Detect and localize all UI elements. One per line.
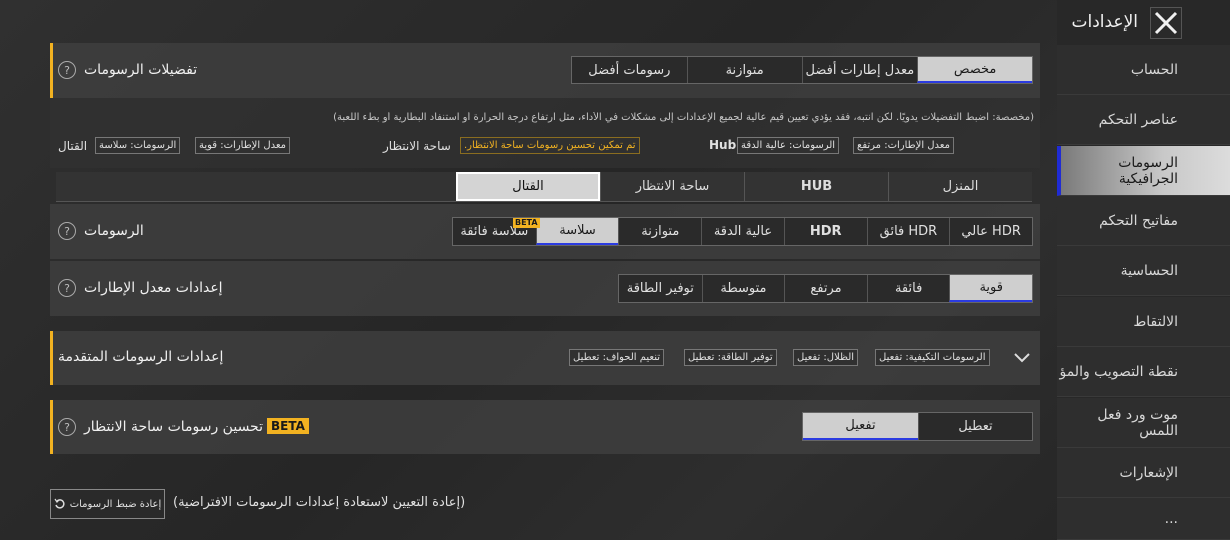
graphics-selector: عالي HDR فائق HDR HDR عالية الدقة متوازن… bbox=[452, 217, 1033, 246]
help-icon[interactable]: ? bbox=[58, 222, 76, 240]
sidebar-item-notifications[interactable]: الإشعارات bbox=[1057, 448, 1230, 498]
graphics-option-ultra-smooth[interactable]: سلاسة فائقة BETA bbox=[453, 218, 540, 245]
close-button[interactable] bbox=[1150, 7, 1182, 39]
help-icon[interactable]: ? bbox=[58, 61, 76, 79]
advanced-title: إعدادات الرسومات المتقدمة bbox=[58, 349, 224, 365]
beta-badge: BETA bbox=[267, 418, 309, 434]
mode-tabs: المنزل HUB ساحة الانتظار القتال bbox=[56, 172, 1032, 202]
prefs-option-fps[interactable]: معدل إطارات أفضل bbox=[801, 57, 918, 83]
page-title: الإعدادات bbox=[1071, 12, 1138, 32]
hub-label: Hub bbox=[709, 138, 737, 152]
fps-selector: قوية فائقة مرتفع متوسطة توفير الطاقة bbox=[618, 274, 1033, 303]
sidebar-item-keys[interactable]: مفاتيح التحكم bbox=[1057, 196, 1230, 246]
fps-option-power-saving[interactable]: توفير الطاقة bbox=[619, 275, 702, 302]
fps-title: إعدادات معدل الإطارات ? bbox=[58, 279, 223, 297]
fps-option-medium[interactable]: متوسطة bbox=[701, 275, 785, 302]
prefs-title: تفضيلات الرسومات ? bbox=[58, 61, 197, 79]
reset-note: (إعادة التعيين لاستعادة إعدادات الرسومات… bbox=[173, 495, 466, 510]
chevron-down-icon[interactable] bbox=[1012, 348, 1032, 368]
lobby-enh-title: تحسين رسومات ساحة الانتظار ? bbox=[58, 418, 263, 436]
fps-option-strong[interactable]: قوية bbox=[949, 275, 1032, 302]
graphics-option-smooth[interactable]: سلاسة bbox=[535, 218, 619, 245]
lobby-label: ساحة الانتظار bbox=[383, 139, 451, 153]
combat-fps-chip: معدل الإطارات: قوية bbox=[195, 137, 291, 154]
graphics-title: الرسومات ? bbox=[58, 222, 144, 240]
graphics-option-hdr-high[interactable]: عالي HDR bbox=[949, 218, 1032, 245]
graphics-option-hd[interactable]: عالية الدقة bbox=[701, 218, 784, 245]
help-icon[interactable]: ? bbox=[58, 279, 76, 297]
adv-chip-adaptive: الرسومات التكيفية: تفعيل bbox=[875, 349, 990, 366]
tab-lobby[interactable]: ساحة الانتظار bbox=[600, 172, 744, 201]
prefs-option-quality[interactable]: رسومات أفضل bbox=[572, 57, 687, 83]
combat-label: القتال bbox=[58, 139, 88, 153]
lobby-note-chip: تم تمكين تحسين رسومات ساحة الانتظار. bbox=[460, 137, 640, 154]
fps-option-high[interactable]: مرتفع bbox=[784, 275, 867, 302]
prefs-selector: مخصص معدل إطارات أفضل متوازنة رسومات أفض… bbox=[571, 56, 1033, 84]
tab-home[interactable]: المنزل bbox=[888, 172, 1032, 201]
lobby-enh-selector: تعطيل تفعيل bbox=[802, 412, 1033, 441]
combat-gfx-chip: الرسومات: سلاسة bbox=[95, 137, 181, 154]
reset-icon bbox=[54, 498, 65, 509]
beta-tag: BETA bbox=[512, 218, 540, 228]
lobby-enh-option-disable[interactable]: تعطيل bbox=[917, 413, 1032, 440]
tab-combat[interactable]: القتال bbox=[456, 172, 600, 201]
sidebar-item-haptics[interactable]: موت ورد فعل اللمس bbox=[1057, 398, 1230, 448]
fps-option-ultra[interactable]: فائقة bbox=[866, 275, 950, 302]
sidebar-item-graphics[interactable]: الرسومات الجرافيكية bbox=[1057, 146, 1230, 196]
adv-chip-antialias: تنعيم الحواف: تعطيل bbox=[569, 349, 665, 366]
lobby-enh-option-enable[interactable]: تفعيل bbox=[803, 413, 918, 440]
prefs-description: (مخصصة: اضبط التفضيلات يدويًا. لكن انتبه… bbox=[333, 112, 1034, 123]
sidebar-item-account[interactable]: الحساب bbox=[1057, 45, 1230, 95]
sidebar-item-pickup[interactable]: الالتقاط bbox=[1057, 297, 1230, 347]
sidebar-item-controls[interactable]: عناصر التحكم bbox=[1057, 95, 1230, 145]
hub-gfx-chip: الرسومات: عالية الدقة bbox=[737, 137, 840, 154]
graphics-option-hdr[interactable]: HDR bbox=[783, 218, 867, 245]
help-icon[interactable]: ? bbox=[58, 418, 76, 436]
hub-fps-chip: معدل الإطارات: مرتفع bbox=[853, 137, 954, 154]
tab-hub[interactable]: HUB bbox=[744, 172, 888, 201]
prefs-detail-panel bbox=[50, 98, 1040, 168]
close-icon bbox=[1154, 11, 1178, 35]
prefs-option-custom[interactable]: مخصص bbox=[917, 57, 1032, 83]
adv-chip-power: توفير الطاقة: تعطيل bbox=[684, 349, 777, 366]
reset-graphics-button[interactable]: إعادة ضبط الرسومات bbox=[50, 489, 165, 519]
graphics-option-hdr-ultra[interactable]: فائق HDR bbox=[866, 218, 950, 245]
sidebar-item-more[interactable]: ... bbox=[1057, 498, 1230, 540]
adv-chip-shadows: الظلال: تفعيل bbox=[793, 349, 859, 366]
prefs-option-balanced[interactable]: متوازنة bbox=[686, 57, 802, 83]
sidebar-item-sensitivity[interactable]: الحساسية bbox=[1057, 246, 1230, 296]
sidebar-item-crosshair[interactable]: نقطة التصويب والمؤ bbox=[1057, 347, 1230, 397]
graphics-option-balanced[interactable]: متوازنة bbox=[618, 218, 701, 245]
